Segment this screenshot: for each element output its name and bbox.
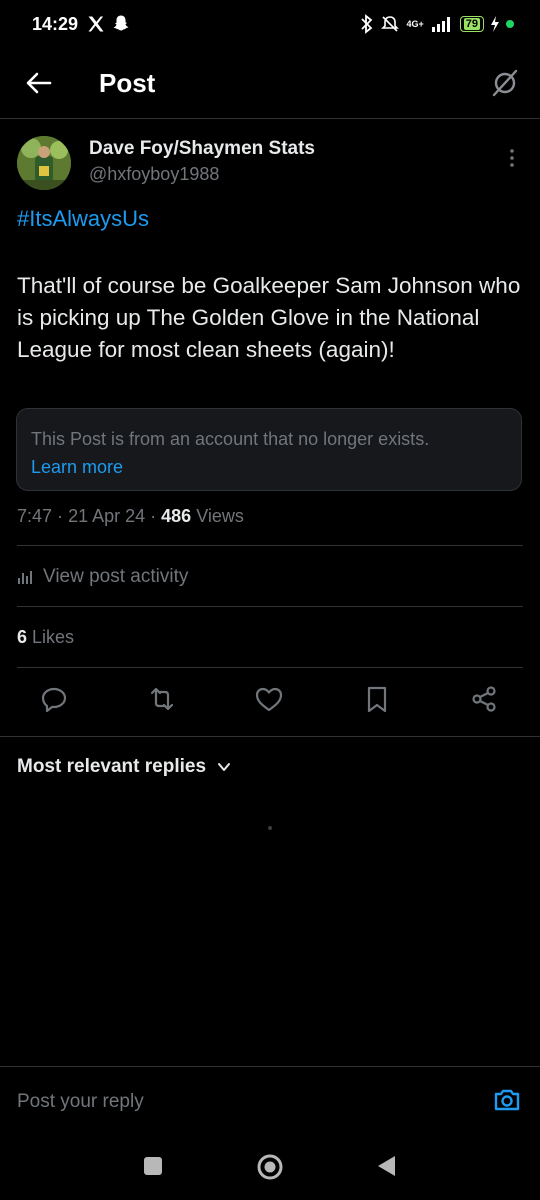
post-actions	[0, 684, 540, 724]
bluetooth-icon	[361, 14, 373, 34]
status-right: 4G+ 79	[360, 14, 514, 34]
deleted-quote-notice: This Post is from an account that no lon…	[16, 408, 522, 491]
reply-composer[interactable]: Post your reply	[0, 1066, 540, 1131]
status-time: 14:29	[32, 14, 79, 34]
system-nav-bar	[0, 1130, 540, 1200]
recents-square-icon[interactable]	[143, 1156, 163, 1176]
more-options-icon[interactable]	[505, 146, 519, 170]
bookmark-icon[interactable]	[362, 684, 392, 714]
post-header: Post	[0, 52, 540, 119]
reply-icon[interactable]	[39, 684, 69, 714]
privacy-dot	[506, 20, 514, 28]
reply-input[interactable]: Post your reply	[17, 1091, 144, 1113]
x-logo-icon	[88, 16, 104, 32]
charging-icon	[491, 16, 499, 32]
learn-more-link[interactable]: Learn more	[31, 453, 507, 481]
like-heart-icon[interactable]	[254, 684, 284, 714]
divider	[17, 606, 523, 607]
post-date: 21 Apr 24	[68, 506, 146, 526]
avatar[interactable]	[17, 136, 71, 190]
meta-separator: ·	[57, 506, 69, 526]
signal-icon	[431, 17, 450, 32]
post-body: That'll of course be Goalkeeper Sam John…	[17, 273, 521, 362]
back-arrow-icon[interactable]	[24, 68, 54, 98]
likes-label: Likes	[32, 627, 75, 647]
divider	[0, 736, 540, 737]
author-handle[interactable]: @hxfoyboy1988	[89, 164, 219, 185]
loading-indicator	[268, 826, 272, 830]
chevron-down-icon	[218, 763, 231, 771]
view-post-activity[interactable]: View post activity	[17, 566, 188, 588]
avatar-image	[17, 136, 71, 190]
battery-indicator: 79	[459, 16, 484, 32]
repost-icon[interactable]	[147, 684, 177, 714]
hashtag-link[interactable]: #ItsAlwaysUs	[17, 206, 149, 232]
views-label: Views	[196, 506, 244, 526]
author-name[interactable]: Dave Foy/Shaymen Stats	[89, 138, 315, 160]
notice-text: This Post is from an account that no lon…	[31, 429, 430, 449]
network-type: 4G+	[406, 18, 424, 29]
back-triangle-icon[interactable]	[375, 1154, 399, 1178]
grok-icon[interactable]	[490, 68, 520, 98]
page-title: Post	[99, 68, 156, 98]
post-meta: 7:47 · 21 Apr 24 · 486 Views	[17, 506, 244, 527]
replies-sort-dropdown[interactable]: Most relevant replies	[17, 756, 232, 778]
likes-count: 6	[17, 627, 28, 647]
views-count: 486	[161, 506, 192, 526]
replies-sort-label: Most relevant replies	[17, 756, 207, 777]
status-bar: 14:29 4G+ 79	[0, 0, 540, 52]
post-time: 7:47	[17, 506, 53, 526]
home-circle-icon[interactable]	[255, 1152, 285, 1182]
divider	[17, 667, 523, 668]
camera-icon[interactable]	[492, 1085, 522, 1115]
bell-muted-icon	[381, 16, 400, 32]
battery-level: 79	[463, 18, 480, 30]
analytics-icon	[18, 571, 32, 584]
likes-summary[interactable]: 6 Likes	[17, 627, 74, 648]
snapchat-icon	[113, 15, 129, 31]
share-icon[interactable]	[469, 684, 499, 714]
meta-separator: ·	[150, 506, 162, 526]
divider	[17, 545, 523, 546]
activity-label: View post activity	[43, 566, 189, 587]
